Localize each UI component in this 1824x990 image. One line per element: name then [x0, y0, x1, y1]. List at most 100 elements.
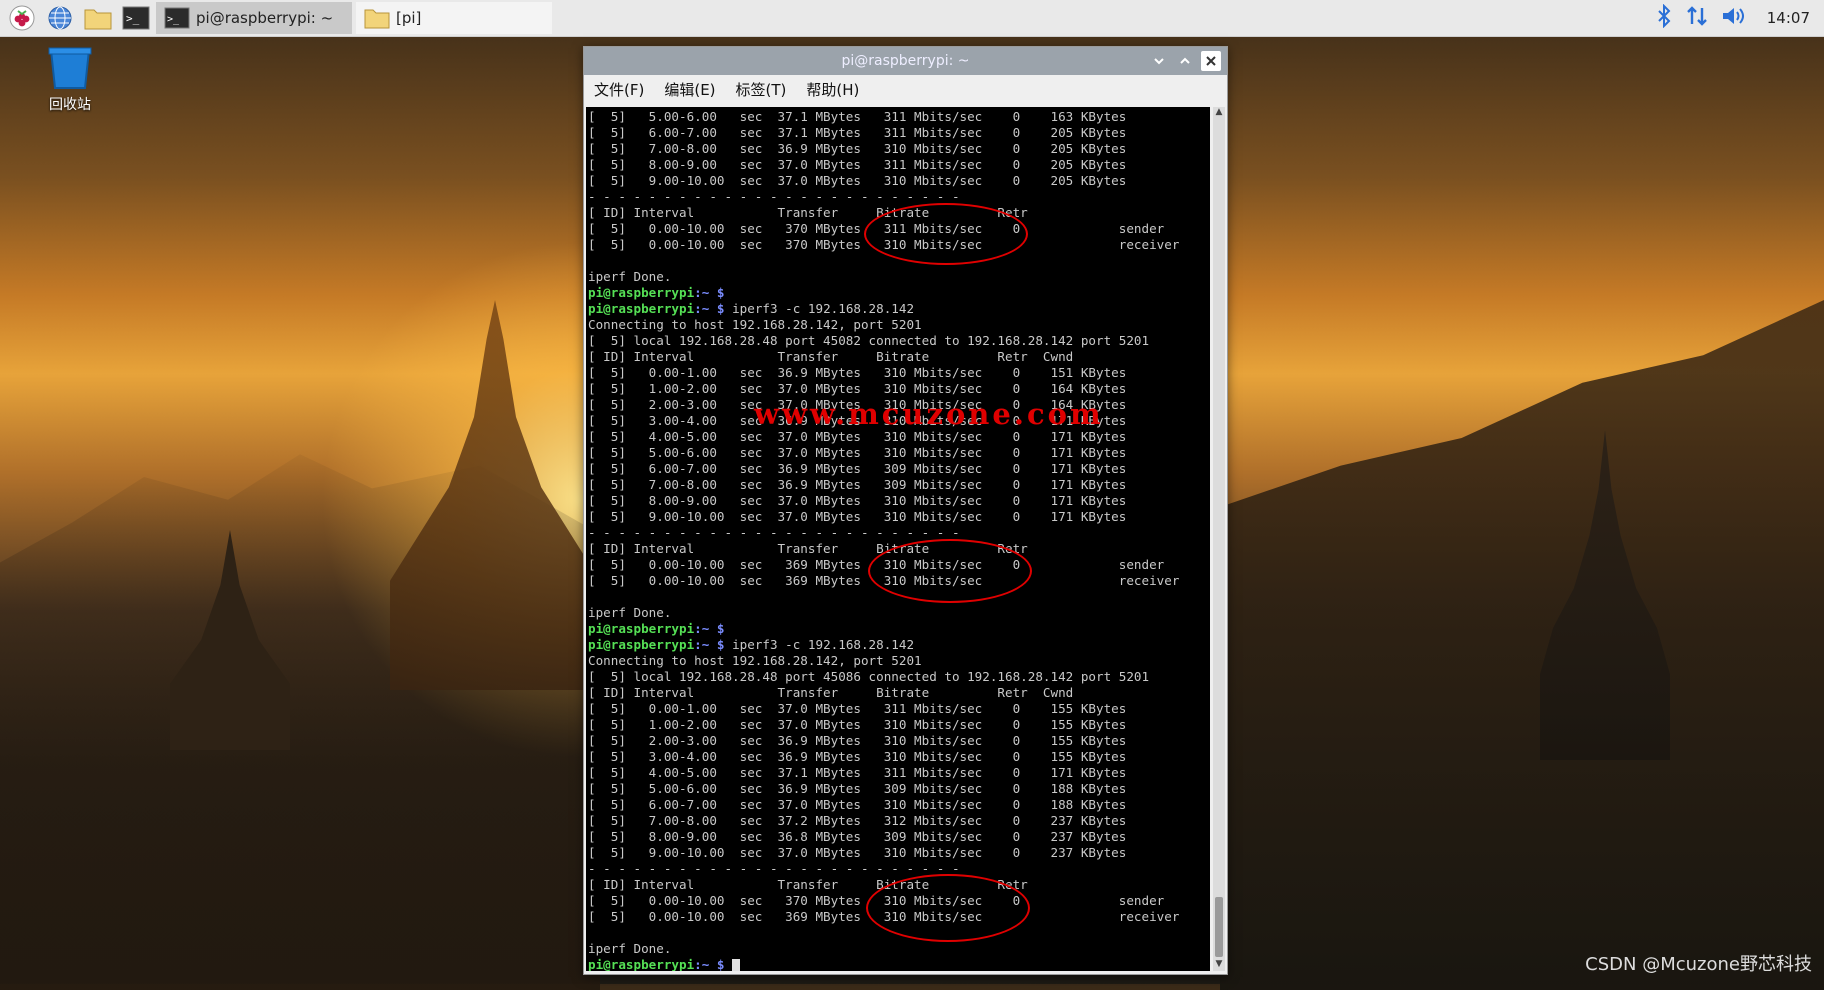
svg-text:>_: >_	[126, 12, 140, 25]
terminal-line: pi@raspberrypi:~ $	[588, 285, 1210, 301]
prompt-path: :~ $	[694, 301, 725, 316]
terminal-line: iperf Done.	[588, 605, 672, 620]
prompt-path: :~ $	[694, 285, 725, 300]
command-text	[725, 957, 733, 971]
window-titlebar[interactable]: pi@raspberrypi: ~	[584, 47, 1227, 75]
terminal-line: [ 5] local 192.168.28.48 port 45082 conn…	[588, 333, 1150, 348]
terminal-line: Connecting to host 192.168.28.142, port …	[588, 653, 922, 668]
terminal-line: [ 5] 8.00-9.00 sec 36.8 MBytes 309 Mbits…	[588, 829, 1127, 844]
terminal-line: [ ID] Interval Transfer Bitrate Retr	[588, 877, 1028, 892]
terminal-line: pi@raspberrypi:~ $	[588, 621, 1210, 637]
terminal-line: pi@raspberrypi:~ $ iperf3 -c 192.168.28.…	[588, 301, 1210, 317]
terminal-line: [ 5] 7.00-8.00 sec 36.9 MBytes 310 Mbits…	[588, 141, 1127, 156]
trash-desktop-icon[interactable]: 回收站	[36, 46, 104, 114]
command-text: iperf3 -c 192.168.28.142	[724, 637, 915, 652]
svg-text:>_: >_	[167, 14, 180, 25]
menu-file[interactable]: 文件(F)	[594, 79, 644, 100]
terminal-task-icon: >_	[164, 7, 190, 29]
terminal-line: [ 5] 6.00-7.00 sec 36.9 MBytes 309 Mbits…	[588, 461, 1127, 476]
prompt-user: pi@raspberrypi	[588, 301, 695, 316]
terminal-line: [ 5] 0.00-10.00 sec 369 MBytes 310 Mbits…	[588, 909, 1180, 924]
terminal-line: [ ID] Interval Transfer Bitrate Retr	[588, 541, 1028, 556]
taskbar: >_ >_ pi@raspberrypi: ~ [pi] 14:07	[0, 0, 1824, 37]
prompt-user: pi@raspberrypi	[588, 285, 695, 300]
menu-edit[interactable]: 编辑(E)	[664, 79, 715, 100]
terminal-line: [ 5] 7.00-8.00 sec 37.2 MBytes 312 Mbits…	[588, 813, 1127, 828]
scroll-thumb[interactable]	[1215, 897, 1223, 957]
close-icon	[1206, 56, 1216, 66]
terminal-line: [ 5] 7.00-8.00 sec 36.9 MBytes 309 Mbits…	[588, 477, 1127, 492]
prompt-user: pi@raspberrypi	[588, 621, 695, 636]
terminal-line: pi@raspberrypi:~ $ iperf3 -c 192.168.28.…	[588, 637, 1210, 653]
task-file-manager[interactable]: [pi]	[356, 2, 552, 34]
terminal-line: [ 5] 9.00-10.00 sec 37.0 MBytes 310 Mbit…	[588, 509, 1127, 524]
terminal-output[interactable]: [ 5] 5.00-6.00 sec 37.1 MBytes 311 Mbits…	[586, 107, 1210, 971]
credit-watermark: CSDN @Mcuzone野芯科技	[1585, 954, 1812, 975]
terminal-line: [ ID] Interval Transfer Bitrate Retr Cwn…	[588, 685, 1074, 700]
terminal-line: [ 5] 6.00-7.00 sec 37.1 MBytes 311 Mbits…	[588, 125, 1127, 140]
bluetooth-icon[interactable]	[1655, 3, 1673, 32]
terminal-lines: [ 5] 5.00-6.00 sec 37.1 MBytes 311 Mbits…	[586, 107, 1210, 971]
hill-silhouette-right	[1220, 300, 1824, 990]
chevron-down-icon	[1154, 58, 1164, 65]
terminal-line: [ 5] local 192.168.28.48 port 45086 conn…	[588, 669, 1150, 684]
terminal-line: [ 5] 5.00-6.00 sec 37.0 MBytes 310 Mbits…	[588, 445, 1127, 460]
terminal-line: [ 5] 4.00-5.00 sec 37.1 MBytes 311 Mbits…	[588, 765, 1127, 780]
terminal-line: [ 5] 1.00-2.00 sec 37.0 MBytes 310 Mbits…	[588, 717, 1127, 732]
terminal-line: pi@raspberrypi:~ $	[588, 957, 1210, 971]
raspberry-menu-icon[interactable]	[6, 2, 38, 34]
terminal-line: - - - - - - - - - - - - - - - - - - - - …	[588, 861, 960, 876]
terminal-line: [ 5] 0.00-10.00 sec 370 MBytes 310 Mbits…	[588, 237, 1180, 252]
terminal-line: iperf Done.	[588, 269, 672, 284]
task-terminal[interactable]: >_ pi@raspberrypi: ~	[156, 2, 352, 34]
menu-tabs[interactable]: 标签(T)	[736, 79, 787, 100]
menu-help[interactable]: 帮助(H)	[806, 79, 859, 100]
folder-task-icon	[364, 9, 390, 29]
chevron-up-icon	[1180, 57, 1190, 64]
trash-label: 回收站	[49, 97, 91, 113]
scroll-up-icon[interactable]: ▲	[1213, 107, 1225, 119]
file-manager-icon[interactable]	[82, 2, 114, 34]
prompt-user: pi@raspberrypi	[588, 637, 695, 652]
clock[interactable]: 14:07	[1767, 9, 1810, 27]
terminal-line: Connecting to host 192.168.28.142, port …	[588, 317, 922, 332]
close-button[interactable]	[1201, 51, 1221, 71]
task-label: [pi]	[396, 9, 422, 27]
watermark: www.mcuzone.com	[754, 397, 1104, 431]
terminal-line: [ 5] 1.00-2.00 sec 37.0 MBytes 310 Mbits…	[588, 381, 1127, 396]
terminal-line: [ 5] 0.00-10.00 sec 370 MBytes 310 Mbits…	[588, 893, 1165, 908]
terminal-line: [ ID] Interval Transfer Bitrate Retr Cwn…	[588, 349, 1074, 364]
terminal-line: [ 5] 2.00-3.00 sec 36.9 MBytes 310 Mbits…	[588, 733, 1127, 748]
volume-icon[interactable]	[1721, 5, 1747, 31]
terminal-line: - - - - - - - - - - - - - - - - - - - - …	[588, 189, 960, 204]
prompt-user: pi@raspberrypi	[588, 957, 695, 971]
terminal-line: [ 5] 4.00-5.00 sec 37.0 MBytes 310 Mbits…	[588, 429, 1127, 444]
text-cursor	[732, 959, 741, 971]
terminal-line: [ 5] 0.00-10.00 sec 369 MBytes 310 Mbits…	[588, 557, 1165, 572]
terminal-line: iperf Done.	[588, 941, 672, 956]
scrollbar[interactable]: ▲ ▼	[1213, 107, 1225, 971]
terminal-line: [ 5] 8.00-9.00 sec 37.0 MBytes 310 Mbits…	[588, 493, 1127, 508]
terminal-line: [ 5] 0.00-10.00 sec 370 MBytes 311 Mbits…	[588, 221, 1165, 236]
terminal-line: [ 5] 0.00-1.00 sec 37.0 MBytes 311 Mbits…	[588, 701, 1127, 716]
network-icon[interactable]	[1685, 4, 1709, 32]
scroll-down-icon[interactable]: ▼	[1213, 959, 1225, 971]
terminal-line: [ 5] 0.00-1.00 sec 36.9 MBytes 310 Mbits…	[588, 365, 1127, 380]
prompt-path: :~ $	[694, 637, 725, 652]
terminal-line: [ 5] 0.00-10.00 sec 369 MBytes 310 Mbits…	[588, 573, 1180, 588]
menubar: 文件(F) 编辑(E) 标签(T) 帮助(H)	[584, 75, 1227, 103]
terminal-window: pi@raspberrypi: ~ 文件(F) 编辑(E) 标签(T) 帮助(H…	[583, 46, 1228, 975]
browser-icon[interactable]	[44, 2, 76, 34]
system-tray: 14:07	[1655, 3, 1824, 32]
window-title: pi@raspberrypi: ~	[841, 53, 970, 69]
terminal-icon[interactable]: >_	[120, 2, 152, 34]
prompt-path: :~ $	[694, 957, 725, 971]
terminal-line: [ ID] Interval Transfer Bitrate Retr	[588, 205, 1028, 220]
maximize-button[interactable]	[1175, 51, 1195, 71]
minimize-button[interactable]	[1149, 51, 1169, 71]
prompt-path: :~ $	[694, 621, 725, 636]
terminal-line: [ 5] 9.00-10.00 sec 37.0 MBytes 310 Mbit…	[588, 845, 1127, 860]
terminal-line: [ 5] 8.00-9.00 sec 37.0 MBytes 311 Mbits…	[588, 157, 1127, 172]
